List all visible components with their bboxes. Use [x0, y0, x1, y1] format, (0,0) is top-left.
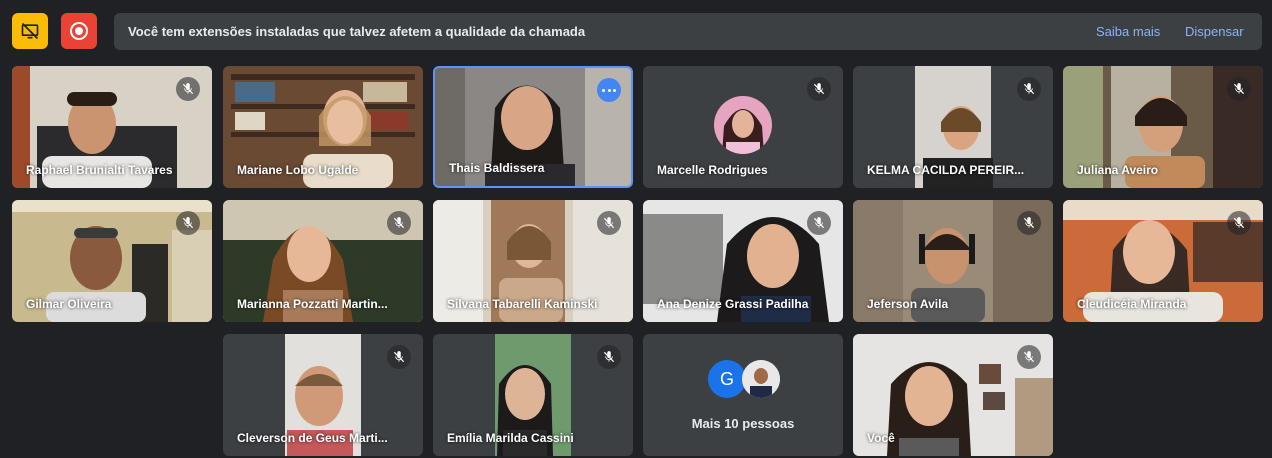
mic-off-icon: [387, 211, 411, 235]
more-people-label: Mais 10 pessoas: [691, 416, 795, 431]
participant-name: Silvana Tabarelli Kaminski: [447, 297, 598, 311]
mic-off-icon: [387, 345, 411, 369]
mic-off-icon: [1017, 77, 1041, 101]
extensions-warning-banner: Você tem extensões instaladas que talvez…: [114, 13, 1262, 50]
more-options-button[interactable]: [597, 78, 621, 102]
participant-tile[interactable]: KELMA CACILDA PEREIR...: [853, 66, 1053, 188]
participant-name: Jeferson Avila: [867, 297, 949, 311]
participant-tile[interactable]: Mariane Lobo Ugalde: [223, 66, 423, 188]
mic-off-icon: [176, 211, 200, 235]
mic-off-icon: [1227, 211, 1251, 235]
participant-name: Raphael Brunialti Tavares: [26, 163, 173, 177]
record-button[interactable]: [61, 13, 97, 49]
participant-tile[interactable]: Emília Marilda Cassini: [433, 334, 633, 456]
banner-message: Você tem extensões instaladas que talvez…: [128, 24, 586, 39]
participant-tile[interactable]: Silvana Tabarelli Kaminski: [433, 200, 633, 322]
participant-tile[interactable]: Juliana Aveiro: [1063, 66, 1263, 188]
participant-tile[interactable]: Marianna Pozzatti Martin...: [223, 200, 423, 322]
participant-tile[interactable]: Gilmar Oliveira: [12, 200, 212, 322]
present-off-icon: [21, 22, 39, 40]
participant-tile[interactable]: Raphael Brunialti Tavares: [12, 66, 212, 188]
participant-name: Você: [867, 431, 895, 445]
participant-name: Emília Marilda Cassini: [447, 431, 574, 445]
participant-name: Cleverson de Geus Marti...: [237, 431, 388, 445]
record-icon: [70, 22, 88, 40]
present-off-button[interactable]: [12, 13, 48, 49]
participant-name: Ana Denize Grassi Padilha: [657, 297, 809, 311]
mic-off-icon: [597, 211, 621, 235]
learn-more-link[interactable]: Saiba mais: [1096, 24, 1160, 39]
more-options-icon: [602, 88, 606, 92]
mic-off-icon: [597, 345, 621, 369]
participant-name: Marcelle Rodrigues: [657, 163, 768, 177]
participant-name: Thais Baldissera: [449, 161, 545, 175]
mic-off-icon: [807, 211, 831, 235]
participant-name: Marianna Pozzatti Martin...: [237, 297, 388, 311]
mic-off-icon: [1017, 345, 1041, 369]
mic-off-icon: [1017, 211, 1041, 235]
participant-tile[interactable]: Cleudicéia Miranda: [1063, 200, 1263, 322]
participant-tile[interactable]: Marcelle Rodrigues: [643, 66, 843, 188]
dismiss-button[interactable]: Dispensar: [1185, 24, 1244, 39]
self-view-tile[interactable]: Você: [853, 334, 1053, 456]
avatar: G: [708, 360, 746, 398]
participant-name: KELMA CACILDA PEREIR...: [867, 163, 1025, 177]
participant-name: Mariane Lobo Ugalde: [237, 163, 359, 177]
participant-tile[interactable]: Ana Denize Grassi Padilha: [643, 200, 843, 322]
participant-name: Cleudicéia Miranda: [1077, 297, 1187, 311]
participant-tile[interactable]: Jeferson Avila: [853, 200, 1053, 322]
participant-name: Juliana Aveiro: [1077, 163, 1159, 177]
participant-tile[interactable]: Cleverson de Geus Marti...: [223, 334, 423, 456]
avatar: [742, 360, 780, 398]
participant-name: Gilmar Oliveira: [26, 297, 112, 311]
mic-off-icon: [807, 77, 831, 101]
more-people-tile[interactable]: G Mais 10 pessoas: [643, 334, 843, 456]
avatar: [714, 96, 772, 154]
mic-off-icon: [1227, 77, 1251, 101]
mic-off-icon: [176, 77, 200, 101]
participant-tile-active[interactable]: Thais Baldissera: [433, 66, 633, 188]
top-bar: Você tem extensões instaladas que talvez…: [0, 0, 1272, 62]
